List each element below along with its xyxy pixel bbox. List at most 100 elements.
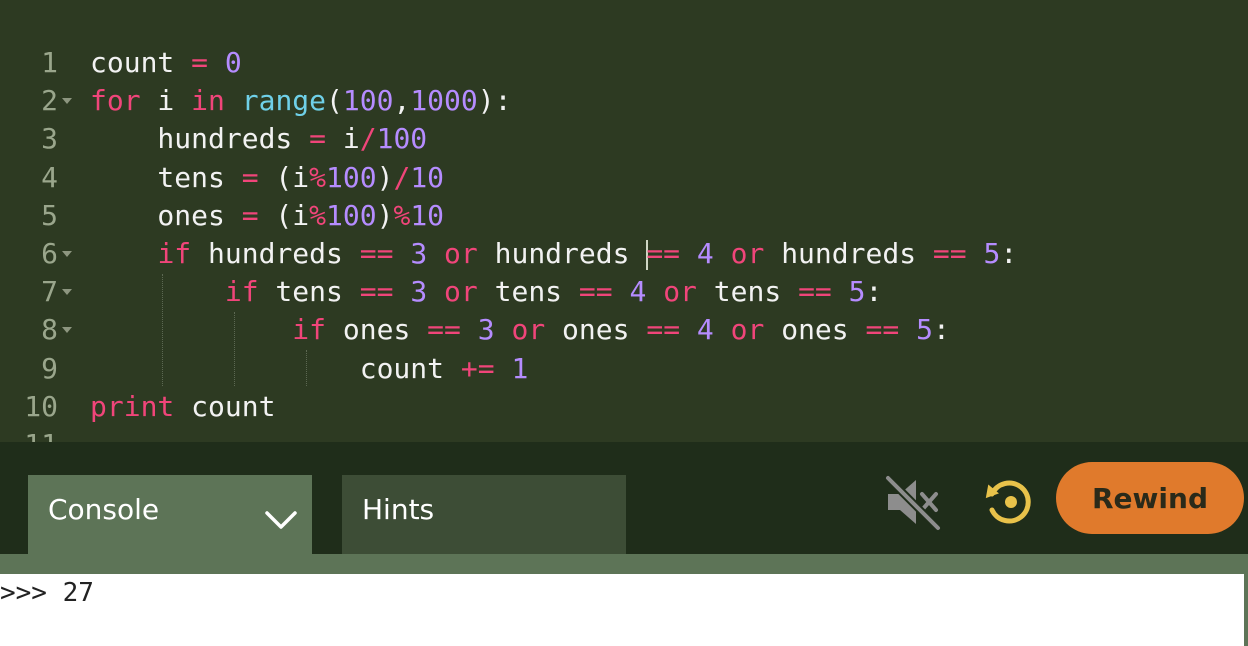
code-token: 100 bbox=[376, 122, 428, 156]
code-token: ones bbox=[545, 313, 647, 347]
code-token: hundreds bbox=[477, 236, 647, 270]
code-token: ones bbox=[764, 313, 866, 347]
code-token: / bbox=[359, 122, 377, 156]
code-line[interactable]: tens = (i%100)/10 bbox=[90, 159, 1017, 197]
code-token: ones bbox=[326, 313, 428, 347]
code-token: % bbox=[309, 198, 327, 232]
code-token: if bbox=[292, 313, 327, 347]
fold-arrow-icon[interactable] bbox=[62, 98, 72, 105]
code-token: 100 bbox=[326, 198, 377, 232]
code-token: = bbox=[241, 160, 259, 194]
code-token: count bbox=[90, 351, 461, 385]
code-line[interactable]: if hundreds == 3 or hundreds == 4 or hun… bbox=[90, 235, 1017, 273]
code-token: : bbox=[1000, 236, 1018, 270]
code-token: == bbox=[865, 313, 900, 347]
code-token: i bbox=[326, 122, 360, 156]
code-token: 5 bbox=[848, 275, 866, 309]
indent-guide bbox=[162, 274, 163, 386]
code-token: tens bbox=[90, 160, 242, 194]
code-token: ): bbox=[477, 84, 512, 118]
line-number: 2 bbox=[0, 82, 72, 120]
code-token: hundreds bbox=[191, 236, 360, 270]
code-line[interactable]: for i in range(100,1000): bbox=[90, 82, 1017, 120]
code-token: 3 bbox=[410, 236, 428, 270]
indent-guide bbox=[234, 312, 235, 386]
code-line[interactable]: count += 1 bbox=[90, 350, 1017, 388]
line-number: 9 bbox=[41, 351, 58, 385]
code-token: 1000 bbox=[410, 84, 478, 118]
code-line[interactable]: hundreds = i/100 bbox=[90, 120, 1017, 158]
code-token: = bbox=[309, 122, 327, 156]
code-token: hundreds bbox=[90, 122, 310, 156]
code-token: 5 bbox=[983, 236, 1001, 270]
fold-arrow-icon[interactable] bbox=[62, 327, 72, 334]
code-token: or bbox=[444, 275, 478, 309]
code-token: 5 bbox=[916, 313, 933, 347]
code-token: 4 bbox=[696, 313, 714, 347]
code-token: ones bbox=[90, 198, 242, 232]
code-token: or bbox=[730, 236, 765, 270]
rewind-button[interactable]: Rewind bbox=[1056, 462, 1244, 534]
line-number: 1 bbox=[41, 46, 58, 79]
code-token: == bbox=[646, 236, 681, 270]
code-line[interactable] bbox=[90, 426, 1017, 442]
rewind-icon[interactable] bbox=[980, 474, 1036, 530]
code-token: tens bbox=[696, 275, 799, 309]
tab-console-label: Console bbox=[48, 493, 160, 526]
code-token: range bbox=[241, 84, 327, 118]
code-token: in bbox=[191, 84, 225, 118]
code-token: tens bbox=[477, 275, 579, 309]
mute-icon[interactable] bbox=[882, 472, 944, 532]
console-output[interactable]: >>> 27 bbox=[0, 574, 1244, 646]
code-token: tens bbox=[258, 275, 360, 309]
tab-hints[interactable]: Hints bbox=[342, 475, 626, 554]
line-number: 10 bbox=[24, 389, 58, 423]
code-token: print bbox=[90, 389, 175, 423]
code-token: == bbox=[359, 275, 394, 309]
code-token: % bbox=[309, 160, 327, 194]
code-token: == bbox=[359, 236, 394, 270]
code-token: for bbox=[90, 84, 141, 118]
code-line[interactable]: count = 0 bbox=[90, 44, 1017, 82]
code-token: (i bbox=[258, 198, 310, 232]
code-token: ) bbox=[376, 160, 394, 194]
code-editor[interactable]: 1234567891011 count = 0for i in range(10… bbox=[0, 0, 1248, 442]
line-number: 3 bbox=[41, 122, 58, 156]
code-line[interactable]: print count bbox=[90, 388, 1017, 426]
chevron-down-icon bbox=[265, 511, 297, 529]
code-area[interactable]: count = 0 for i in range(100,1000): hundr… bbox=[90, 44, 1017, 442]
code-line[interactable]: if ones == 3 or ones == 4 or ones == 5: bbox=[90, 311, 1017, 349]
code-token: == bbox=[932, 236, 967, 270]
code-token: 100 bbox=[326, 160, 377, 194]
line-number: 4 bbox=[41, 160, 58, 194]
tab-hints-label: Hints bbox=[362, 493, 435, 526]
toolbar: Console Hints Rewind bbox=[0, 442, 1248, 554]
code-token: % bbox=[393, 198, 411, 232]
tab-console[interactable]: Console bbox=[28, 475, 312, 554]
code-token: or bbox=[730, 313, 765, 347]
fold-arrow-icon[interactable] bbox=[62, 250, 72, 257]
code-line[interactable]: if tens == 3 or tens == 4 or tens == 5: bbox=[90, 273, 1017, 311]
code-token: == bbox=[578, 275, 613, 309]
line-number-gutter: 123 4 56789 10 11 bbox=[0, 44, 72, 442]
code-token: == bbox=[798, 275, 832, 309]
line-number: 11 bbox=[0, 426, 60, 442]
code-line[interactable]: ones = (i%100)%10 bbox=[90, 197, 1017, 235]
code-token: count bbox=[174, 389, 276, 423]
code-token: 100 bbox=[342, 84, 394, 118]
line-number: 6 bbox=[0, 235, 72, 273]
code-token: 1 bbox=[511, 351, 529, 385]
fold-arrow-icon[interactable] bbox=[62, 289, 72, 296]
console-panel: >>> 27 bbox=[0, 554, 1248, 646]
